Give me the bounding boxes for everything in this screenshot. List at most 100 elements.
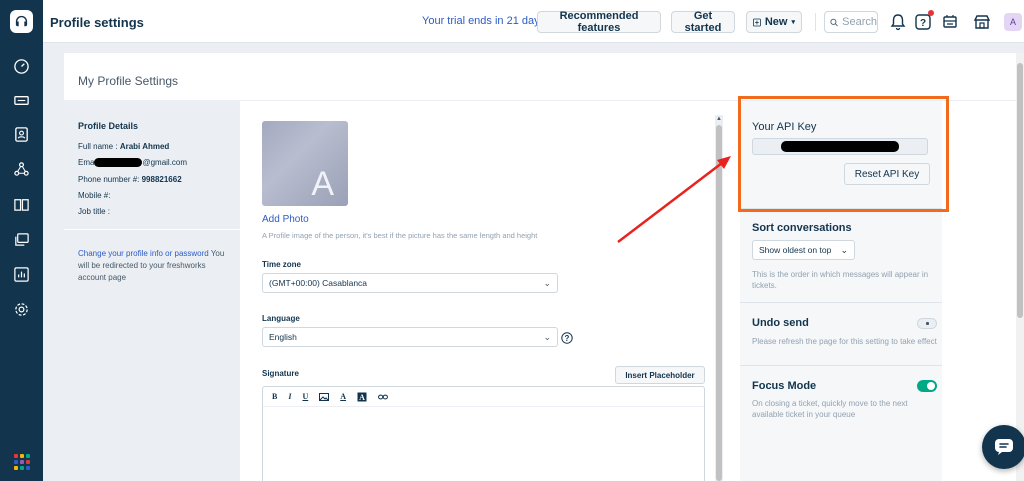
apps-grid-dot [14, 460, 18, 464]
conversations-icon[interactable] [12, 230, 31, 249]
top-bar: Profile settings Your trial ends in 21 d… [43, 0, 1024, 43]
underline-button[interactable]: U [302, 392, 308, 401]
email-redaction [94, 158, 143, 168]
new-label: New [764, 16, 788, 28]
apps-grid-dot [26, 460, 30, 464]
page-title: Profile settings [50, 15, 144, 30]
trial-notice-link[interactable]: Your trial ends in 21 days [422, 15, 545, 27]
undo-divider [740, 365, 942, 366]
chat-widget-button[interactable] [982, 425, 1024, 469]
photo-hint: A Profile image of the person, it's best… [262, 231, 538, 240]
time-zone-label: Time zone [262, 260, 301, 269]
undo-send-note: Please refresh the page for this setting… [752, 337, 937, 346]
chevron-down-icon: ⌄ [840, 244, 848, 255]
full-name-row: Full name : Arabi Ahmed [78, 142, 169, 151]
apps-grid-dot [20, 466, 24, 470]
time-zone-value: (GMT+00:00) Casablanca [269, 278, 368, 288]
photo-initial: A [311, 165, 334, 203]
store-icon[interactable] [972, 12, 992, 32]
freshdesk-logo[interactable] [10, 10, 33, 33]
svg-text:A: A [359, 393, 365, 402]
admin-gear-icon[interactable] [12, 300, 31, 319]
italic-button[interactable]: I [288, 392, 291, 401]
new-dropdown-button[interactable]: New ▾ [746, 11, 802, 33]
form-scrollbar-thumb[interactable] [716, 125, 722, 481]
contacts-icon[interactable] [12, 125, 31, 144]
email-row: Ema @gmail.com [78, 158, 188, 168]
sort-divider [740, 302, 942, 303]
apps-grid-dot [26, 466, 30, 470]
insert-image-icon[interactable] [319, 392, 330, 402]
page-scrollbar[interactable] [1016, 53, 1024, 481]
time-zone-select[interactable]: (GMT+00:00) Casablanca ⌄ [262, 273, 558, 293]
search-icon [830, 18, 838, 26]
toolbar-divider [815, 13, 816, 31]
phone-label: Phone number #: [78, 175, 140, 184]
editor-toolbar: B I U A A [263, 387, 704, 407]
plus-square-icon [753, 18, 761, 26]
insert-placeholder-button[interactable]: Insert Placeholder [615, 366, 705, 384]
section-title: My Profile Settings [78, 74, 179, 88]
email-suffix: @gmail.com [142, 158, 188, 167]
focus-mode-toggle[interactable] [917, 380, 937, 392]
add-photo-link[interactable]: Add Photo [262, 214, 309, 225]
notifications-bell-icon[interactable] [888, 12, 908, 32]
chevron-down-icon: ▾ [791, 19, 795, 26]
font-color-button[interactable]: A [340, 392, 346, 401]
help-question-icon[interactable]: ? [913, 10, 934, 32]
details-divider [64, 229, 240, 230]
apps-grid-dot [26, 454, 30, 458]
sort-order-select[interactable]: Show oldest on top ⌄ [752, 240, 855, 260]
page-scrollbar-thumb[interactable] [1017, 63, 1023, 318]
profile-details-panel: Profile Details Full name : Arabi Ahmed … [64, 101, 240, 481]
full-name-value: Arabi Ahmed [119, 142, 170, 151]
job-title-row: Job title : [78, 207, 110, 216]
chat-widget-icon [995, 439, 1013, 455]
sort-order-value: Show oldest on top [759, 245, 832, 255]
change-profile-link[interactable]: Change your profile info or password [78, 249, 209, 258]
scroll-up-arrow-icon[interactable]: ▲ [715, 115, 723, 123]
profile-details-heading: Profile Details [78, 121, 139, 131]
svg-text:?: ? [920, 18, 926, 29]
job-title-label: Job title : [78, 207, 111, 216]
link-icon[interactable] [378, 392, 388, 402]
focus-mode-note: On closing a ticket, quickly move to the… [752, 399, 908, 419]
change-profile-note: Change your profile info or password You… [78, 248, 228, 284]
language-select[interactable]: English ⌄ [262, 327, 558, 347]
bold-button[interactable]: B [272, 392, 277, 401]
language-value: English [269, 332, 297, 342]
language-help-icon[interactable]: ? [561, 332, 573, 344]
signature-editor[interactable]: B I U A A [262, 386, 705, 481]
full-name-label: Full name : [78, 142, 118, 151]
marketplace-icon[interactable] [940, 12, 960, 32]
left-navigation [0, 0, 43, 481]
background-color-icon[interactable]: A [357, 392, 367, 402]
headset-logo-icon [15, 15, 28, 27]
apps-grid-icon[interactable] [14, 454, 30, 470]
apps-grid-dot [14, 454, 18, 458]
signature-label: Signature [262, 369, 299, 378]
phone-row: Phone number #: 998821662 [78, 175, 182, 184]
api-key-highlight-box [738, 96, 949, 212]
svg-text:?: ? [565, 334, 570, 343]
search-input[interactable]: Search [824, 11, 878, 33]
tickets-icon[interactable] [12, 91, 31, 110]
search-placeholder: Search [842, 16, 877, 28]
apps-grid-dot [20, 460, 24, 464]
knowledge-base-icon[interactable] [12, 195, 31, 214]
chevron-down-icon: ⌄ [543, 331, 551, 342]
sort-conversations-title: Sort conversations [752, 222, 852, 234]
get-started-button[interactable]: Get started [671, 10, 735, 34]
user-avatar[interactable]: A [1004, 13, 1022, 31]
dashboard-icon[interactable] [12, 57, 31, 76]
email-prefix: Ema [78, 158, 95, 167]
form-scrollbar[interactable]: ▲ [715, 115, 723, 481]
undo-send-toggle[interactable] [917, 318, 937, 329]
reports-icon[interactable] [12, 265, 31, 284]
help-badge-dot [928, 10, 934, 16]
mobile-row: Mobile #: [78, 191, 110, 200]
language-label: Language [262, 314, 300, 323]
profile-photo[interactable]: A [262, 121, 348, 206]
recommended-features-button[interactable]: Recommended features [537, 10, 661, 34]
groups-icon[interactable] [12, 160, 31, 179]
